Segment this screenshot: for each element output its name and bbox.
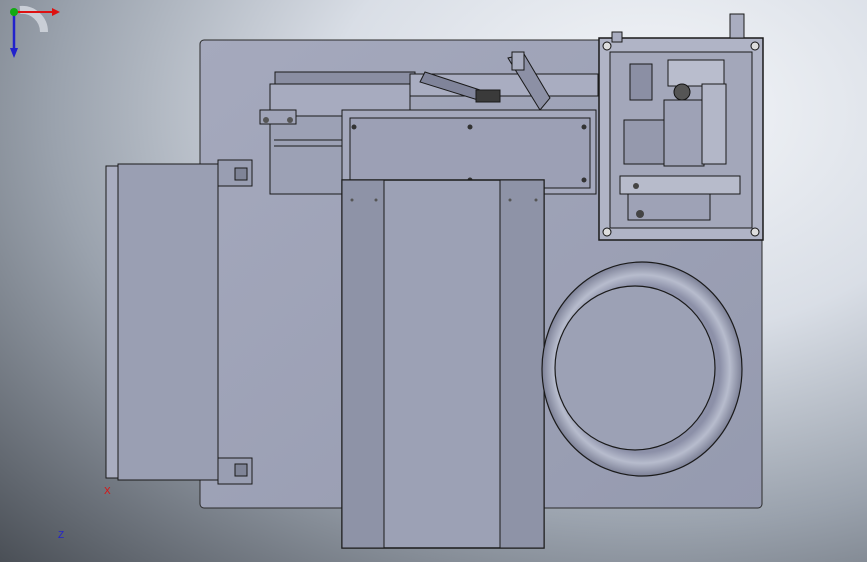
assembly-drawing: [105, 13, 764, 549]
x-axis-label: X: [104, 486, 111, 497]
cad-graphics-viewport[interactable]: X Y Z: [0, 0, 867, 562]
y-axis-arrow: [10, 8, 18, 16]
conveyor-plate: [341, 179, 545, 549]
control-box: [598, 13, 764, 241]
coordinate-triad: [10, 5, 60, 58]
vibration-bowl-ring: [541, 261, 743, 477]
z-axis-label: Z: [58, 530, 65, 541]
